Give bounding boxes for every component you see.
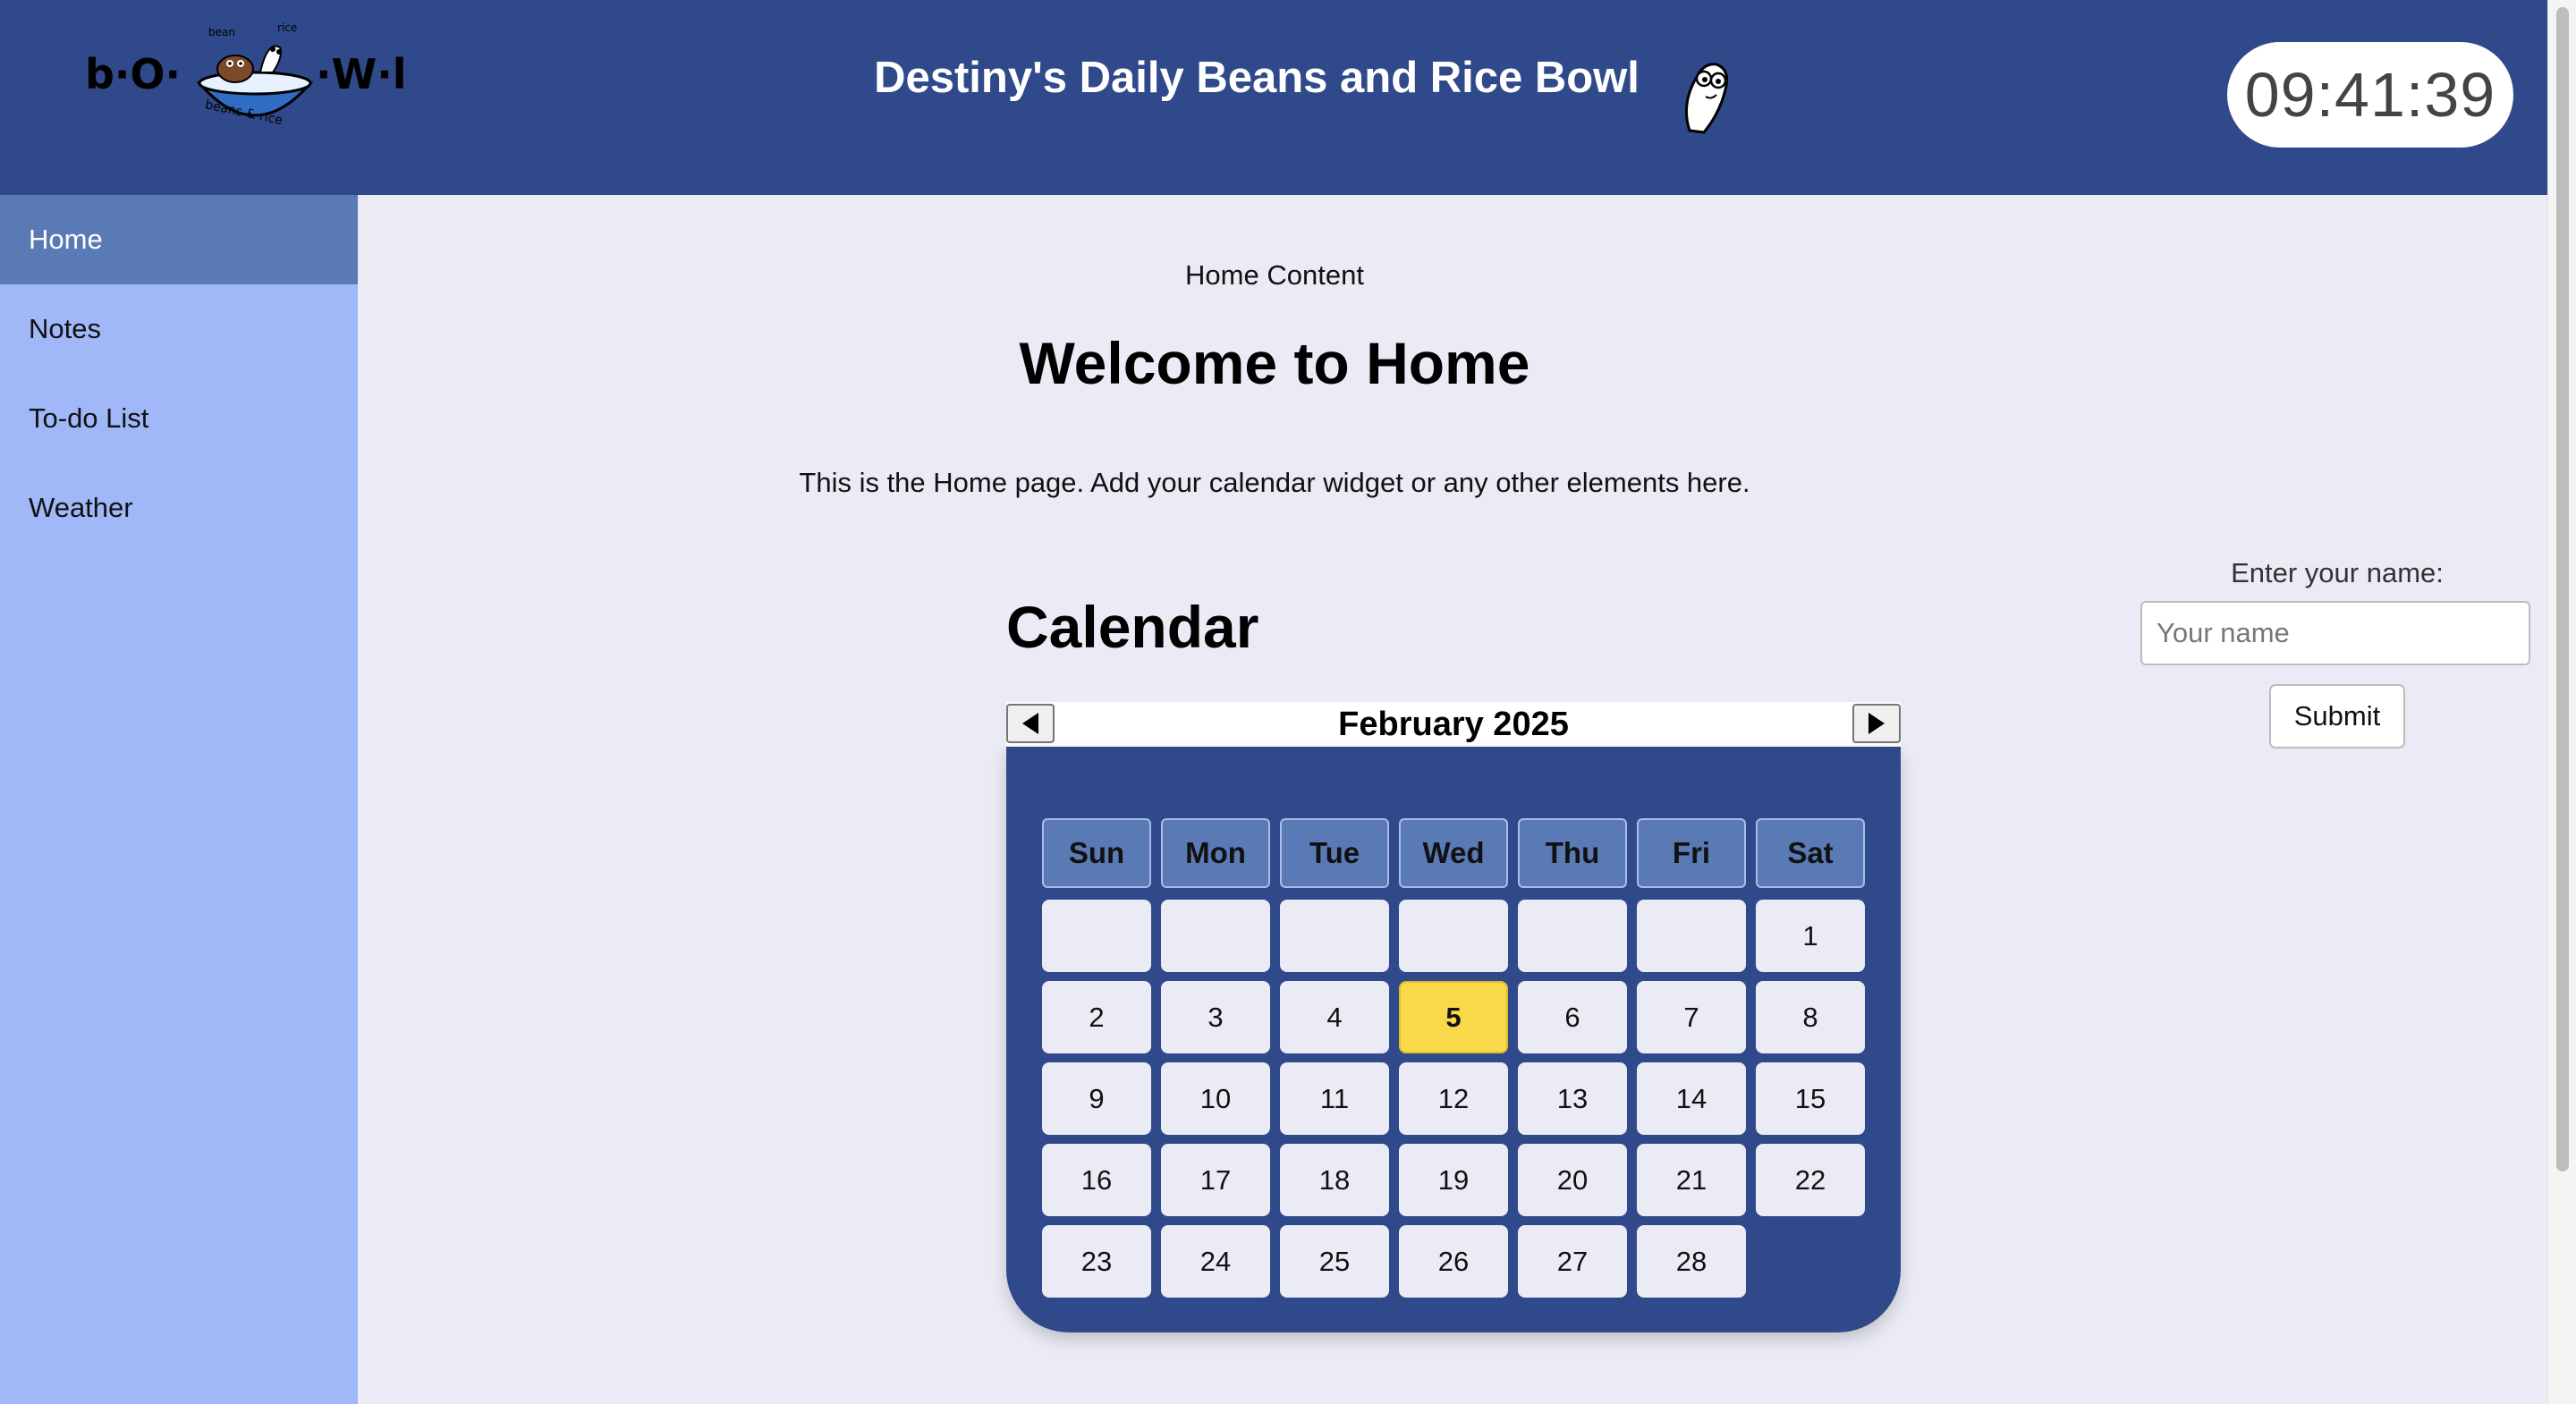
sidebar-item-notes[interactable]: Notes <box>0 284 358 374</box>
weekday-header: Wed <box>1399 818 1508 888</box>
calendar-day[interactable]: 15 <box>1756 1062 1865 1135</box>
calendar-heading: Calendar <box>1006 594 1259 660</box>
calendar-day[interactable]: 27 <box>1518 1225 1627 1298</box>
svg-text:b·O·: b·O· <box>85 50 181 98</box>
arrow-left-icon <box>1022 713 1038 734</box>
next-month-button[interactable] <box>1852 704 1901 743</box>
empty-day-cell <box>1399 900 1508 972</box>
intro-text: This is the Home page. Add your calendar… <box>799 467 1750 498</box>
arrow-right-icon <box>1868 713 1885 734</box>
calendar-day[interactable]: 8 <box>1756 981 1865 1053</box>
calendar-day[interactable]: 28 <box>1637 1225 1746 1298</box>
app-header: b·O· ·W·l bean rice beans & rice Destiny… <box>0 0 2547 195</box>
calendar-day[interactable]: 7 <box>1637 981 1746 1053</box>
calendar-day[interactable]: 2 <box>1042 981 1151 1053</box>
calendar-day[interactable]: 18 <box>1280 1144 1389 1216</box>
calendar-day[interactable]: 16 <box>1042 1144 1151 1216</box>
rice-mascot-icon <box>1684 63 1729 134</box>
empty-day-cell <box>1161 900 1270 972</box>
calendar-day-today[interactable]: 5 <box>1399 981 1508 1053</box>
svg-text:bean: bean <box>208 26 235 38</box>
calendar-day[interactable]: 13 <box>1518 1062 1627 1135</box>
name-input[interactable] <box>2140 601 2530 665</box>
calendar-month-label: February 2025 <box>1338 706 1569 743</box>
sidebar-item-weather[interactable]: Weather <box>0 463 358 553</box>
svg-text:rice: rice <box>277 21 297 34</box>
calendar-day[interactable]: 17 <box>1161 1144 1270 1216</box>
weekday-header: Mon <box>1161 818 1270 888</box>
page-title: Welcome to Home <box>1019 330 1530 396</box>
calendar-day[interactable]: 1 <box>1756 900 1865 972</box>
calendar-day[interactable]: 3 <box>1161 981 1270 1053</box>
weekday-header: Fri <box>1637 818 1746 888</box>
empty-day-cell <box>1042 900 1151 972</box>
sidebar: Home Notes To-do List Weather <box>0 195 358 1404</box>
scrollbar-thumb[interactable] <box>2556 7 2569 1171</box>
prev-month-button[interactable] <box>1006 704 1055 743</box>
calendar-day[interactable]: 9 <box>1042 1062 1151 1135</box>
calendar-nav: February 2025 <box>1006 702 1901 747</box>
calendar-day[interactable]: 26 <box>1399 1225 1508 1298</box>
empty-day-cell <box>1518 900 1627 972</box>
calendar-day[interactable]: 21 <box>1637 1144 1746 1216</box>
calendar-day[interactable]: 22 <box>1756 1144 1865 1216</box>
app-title: Destiny's Daily Beans and Rice Bowl <box>874 54 1640 102</box>
calendar-day[interactable]: 12 <box>1399 1062 1508 1135</box>
submit-button[interactable]: Submit <box>2269 684 2405 749</box>
name-label: Enter your name: <box>2231 557 2444 588</box>
calendar-grid: Sun Mon Tue Wed Thu Fri Sat 1 2 3 4 5 6 7 8 9 10 11 12 13 14… <box>1042 818 1865 1298</box>
empty-day-cell <box>1637 900 1746 972</box>
page-scrollbar[interactable] <box>2547 0 2576 1404</box>
digital-clock: 09:41:39 <box>2227 42 2513 148</box>
weekday-header: Tue <box>1280 818 1389 888</box>
sidebar-item-todo-list[interactable]: To-do List <box>0 374 358 463</box>
bowl-logo: b·O· ·W·l bean rice beans & rice <box>85 21 406 128</box>
calendar-day[interactable]: 11 <box>1280 1062 1389 1135</box>
calendar-day[interactable]: 4 <box>1280 981 1389 1053</box>
calendar-day[interactable]: 20 <box>1518 1144 1627 1216</box>
calendar-day[interactable]: 25 <box>1280 1225 1389 1298</box>
empty-day-cell <box>1280 900 1389 972</box>
weekday-header: Thu <box>1518 818 1627 888</box>
sidebar-item-home[interactable]: Home <box>0 195 358 284</box>
calendar-day[interactable]: 23 <box>1042 1225 1151 1298</box>
calendar-day[interactable]: 10 <box>1161 1062 1270 1135</box>
calendar-day[interactable]: 19 <box>1399 1144 1508 1216</box>
calendar-day[interactable]: 14 <box>1637 1062 1746 1135</box>
svg-text:·W·l: ·W·l <box>316 50 406 98</box>
calendar-day[interactable]: 24 <box>1161 1225 1270 1298</box>
weekday-header: Sun <box>1042 818 1151 888</box>
section-label: Home Content <box>1185 259 1364 291</box>
weekday-header: Sat <box>1756 818 1865 888</box>
calendar-body: Sun Mon Tue Wed Thu Fri Sat 1 2 3 4 5 6 7 8 9 10 11 12 13 14… <box>1006 747 1901 1332</box>
calendar-day[interactable]: 6 <box>1518 981 1627 1053</box>
